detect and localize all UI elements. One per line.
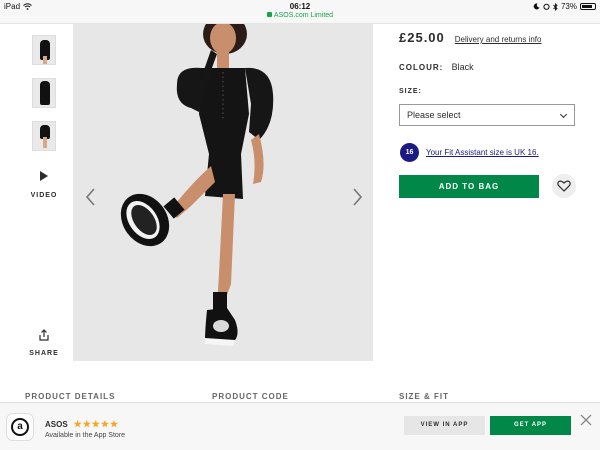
video-button[interactable]: VIDEO [28,168,60,199]
lock-icon [266,12,272,17]
clock: 06:12 [289,2,311,11]
fit-assistant-link[interactable]: Your Fit Assistant size is UK 16. [426,148,539,157]
bluetooth-icon [553,2,558,11]
thumbnail-leg [43,56,47,64]
model-photo [120,24,274,346]
video-label: VIDEO [30,192,58,199]
product-code-heading: PRODUCT CODE [212,392,289,401]
view-in-app-button[interactable]: VIEW IN APP [404,416,485,435]
heart-icon [557,180,571,192]
size-fit-heading[interactable]: SIZE & FIT [399,392,449,401]
battery-percent: 73% [560,2,577,11]
get-app-button[interactable]: GET APP [490,416,571,435]
share-icon [39,329,49,341]
share-label: SHARE [29,350,59,357]
close-icon[interactable] [580,414,592,426]
app-name-row: ASOS ★★★★★ [45,419,119,430]
chevron-down-icon [559,110,568,119]
asos-app-icon: a [6,413,34,441]
moon-icon [533,3,540,10]
product-price: £25.00 [399,30,445,45]
size-select[interactable]: Please select [399,104,575,126]
colour-row: COLOUR: Black [399,62,474,72]
product-main-image[interactable] [73,24,373,361]
status-bar: iPad 06:12 ASOS.com Limited 73% [0,0,600,24]
size-select-value: Please select [407,110,461,120]
star-rating: ★★★★★ [73,419,120,429]
add-to-bag-button[interactable]: ADD TO BAG [399,175,539,198]
size-label: SIZE: [399,88,422,95]
asos-logo: a [11,418,29,436]
app-store-subtitle: Available in the App Store [45,432,126,439]
product-details-heading[interactable]: PRODUCT DETAILS [25,392,115,401]
app-name: ASOS [45,420,68,429]
url-bar[interactable]: ASOS.com Limited [0,12,600,19]
status-right: 73% [533,2,596,11]
url-text: ASOS.com Limited [273,12,334,19]
price-row: £25.00 Delivery and returns info [399,30,541,45]
thumbnail-leg [43,137,47,148]
gallery-thumbnail-3[interactable] [32,121,56,151]
share-button[interactable]: SHARE [28,328,60,357]
gallery-thumbnail-1[interactable] [32,35,56,65]
thumbnail-figure [40,81,50,105]
fit-assistant-badge[interactable]: 16 [400,143,419,162]
prev-image-arrow-icon[interactable] [83,187,99,207]
gallery-thumbnail-2[interactable] [32,78,56,108]
delivery-returns-link[interactable]: Delivery and returns info [455,35,542,44]
colour-value: Black [451,62,474,72]
next-image-arrow-icon[interactable] [349,187,365,207]
alarm-icon [543,3,550,10]
wishlist-button[interactable] [552,174,576,198]
colour-label: COLOUR: [399,63,444,72]
battery-icon [580,3,596,10]
play-icon [40,171,48,181]
